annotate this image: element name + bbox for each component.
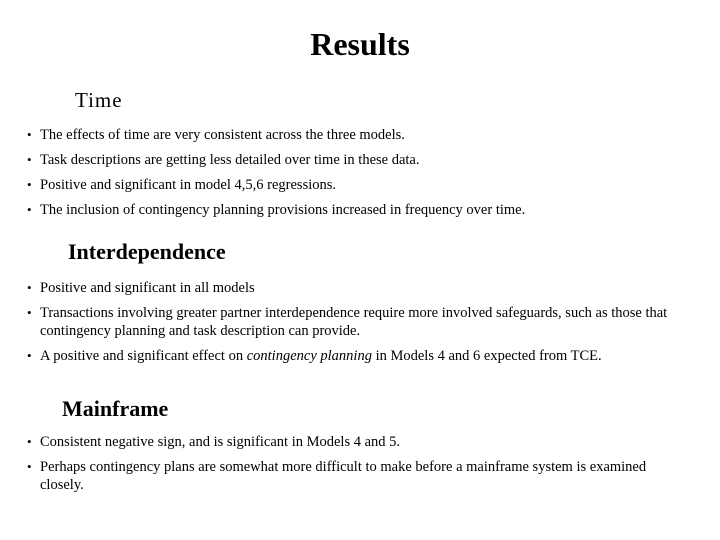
list-item: Consistent negative sign, and is signifi… (24, 433, 664, 451)
list-item: Positive and significant in all models (24, 279, 684, 297)
list-item-text: A positive and significant effect on (40, 348, 247, 364)
list-item: The inclusion of contingency planning pr… (24, 201, 704, 219)
bullet-list-mainframe: Consistent negative sign, and is signifi… (24, 433, 664, 501)
section-heading-time: Time (75, 88, 123, 112)
list-item: Task descriptions are getting less detai… (24, 151, 704, 169)
bullet-list-time: The effects of time are very consistent … (24, 126, 704, 226)
list-item: A positive and significant effect on con… (24, 347, 684, 365)
slide-title-text: Results (310, 26, 410, 62)
list-item: The effects of time are very consistent … (24, 126, 704, 144)
list-item: Perhaps contingency plans are somewhat m… (24, 458, 664, 494)
bullet-list-interdependence: Positive and significant in all models T… (24, 279, 684, 372)
list-item: Transactions involving greater partner i… (24, 304, 684, 340)
section-heading-mainframe: Mainframe (62, 396, 169, 421)
list-item: Positive and significant in model 4,5,6 … (24, 176, 704, 194)
section-heading-interdependence: Interdependence (68, 239, 226, 264)
slide-title: Results (0, 26, 720, 63)
list-item-text: in Models 4 and 6 expected from TCE. (371, 348, 602, 364)
emphasis-text: contingency planning (246, 348, 372, 364)
